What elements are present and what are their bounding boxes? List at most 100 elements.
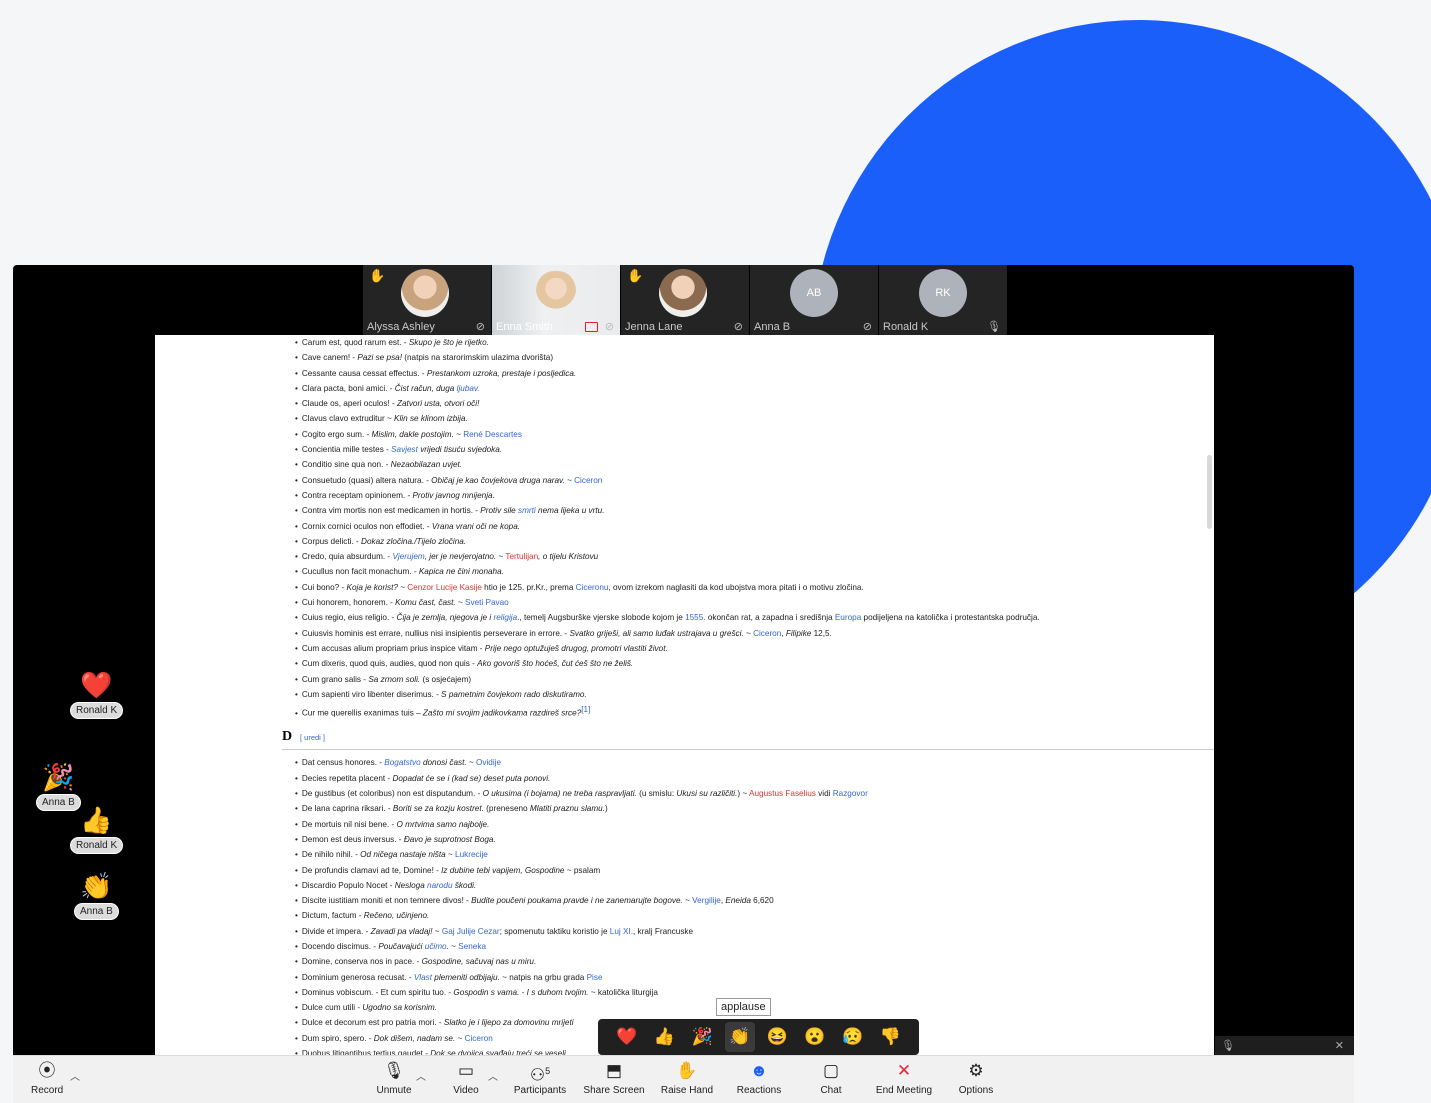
wiki-link[interactable]: Augustus Faselius [749,789,816,798]
entry-text: Cum accusas alium propriam prius inspice… [301,643,485,653]
wiki-link[interactable]: religija [493,613,517,622]
wiki-link[interactable]: Savjest [391,445,418,454]
wiki-link[interactable]: Pise [587,973,603,982]
wiki-link[interactable]: smrti [518,506,536,515]
document-scrollbar[interactable] [1207,455,1212,529]
wiki-link[interactable]: ljubav. [457,384,480,393]
entry-text: , kralj Francuske [633,926,694,936]
participant-tile[interactable]: Enna Smith ⊘ [492,265,620,335]
participants-icon: ⚇5 [529,1065,551,1085]
entry-text: Prije nego optužuješ drugog, promotri vl… [484,643,668,653]
proverb-entry: Docendo discimus. - Poučavajući učimo. ~… [295,939,1195,954]
close-icon[interactable]: ✕ [1335,1039,1344,1052]
entry-text: ., temelj Augsburške vjerske slobode koj… [517,613,686,623]
entry-text: donosi čast. [420,758,467,768]
wiki-link[interactable]: René Descartes [463,430,522,439]
record-options-caret[interactable]: ︿ [70,1068,80,1083]
reactions-button[interactable]: ☻ Reactions [731,1059,787,1096]
wiki-link[interactable]: Bogatstvo [384,758,420,767]
edit-section-link[interactable]: [ uredi ] [300,733,325,742]
wiki-link[interactable]: Ciceron [465,1034,493,1043]
video-options-caret[interactable]: ︿ [488,1068,498,1083]
entry-text: ~ [743,628,754,638]
proverb-entry: Cum grano salis - Sa zrnom soli. (s osje… [295,672,1195,687]
entry-text: Mlatiti praznu slamu. [529,804,605,814]
wiki-link[interactable]: Vergilije [692,896,721,905]
entry-text: Svatko griješi, ali samo luđak ustrajava… [569,628,744,638]
wiki-link[interactable]: Tertulijan [505,552,538,561]
party-reaction-icon[interactable]: 🎉 [687,1022,717,1052]
wiki-link[interactable]: [1] [581,705,590,714]
participant-tile[interactable]: AB Anna B ⊘ [750,265,878,335]
participant-tile[interactable]: ✋ Jenna Lane ⊘ [621,265,749,335]
wiki-link[interactable]: Gaj Julije Cezar [442,927,500,936]
entry-text: Poučavajući [378,941,425,951]
wiki-link[interactable]: učimo [425,942,447,951]
sad-reaction-icon[interactable]: 😥 [838,1022,868,1052]
entry-text: ~ [466,758,476,768]
entry-text: Skupo je što je rijetko. [408,338,489,347]
avatar: AB [790,269,838,317]
thumbs-down-reaction-icon[interactable]: 👎 [875,1022,905,1052]
video-button[interactable]: ▭ Video [450,1059,482,1096]
entry-text: Budite poučeni poukama pravde i ne zanem… [471,896,683,906]
wiki-link[interactable]: Europa [835,613,861,622]
entry-text: Cum sapienti viro libenter diserimus. - [301,689,442,699]
entry-text: Dokaz zločina./Tijelo zločina. [361,536,467,546]
mic-icon[interactable]: 🎙 [1221,1039,1235,1052]
wiki-link[interactable]: Sveti Pavao [465,598,509,607]
wiki-link[interactable]: Vlast [414,973,432,982]
entry-text: Cui bono? - [301,582,347,592]
entry-text: Protiv javnog mnijenja. [412,490,495,500]
wiki-link[interactable]: Lukrecije [455,850,488,859]
clapping-hands-icon: 👏 [80,871,113,901]
muted-mic-icon: 🎙 [383,1061,405,1080]
mic-icon: 🎙 [987,321,1001,333]
applause-reaction-icon[interactable]: 👏 [724,1022,755,1052]
heart-reaction-icon[interactable]: ❤️ [612,1022,642,1052]
unmute-button[interactable]: 🎙 Unmute [373,1059,415,1096]
proverb-entry: Claude os, aperi oculos! - Zatvori usta,… [295,396,1195,411]
entry-text: Gospodin s vama. - I s duhom tvojim. [453,987,589,997]
meeting-toolbar: ⦿ Record ︿ 🎙 Unmute ︿ ▭ Video ︿ ⚇5 Parti… [13,1055,1354,1103]
laugh-reaction-icon[interactable]: 😆 [762,1022,792,1052]
entry-text: Cogito ergo sum. - [301,429,372,439]
wiki-link[interactable]: Luj XI. [610,927,633,936]
chat-button[interactable]: ▢ Chat [815,1059,847,1096]
audio-options-caret[interactable]: ︿ [416,1068,426,1083]
wiki-link[interactable]: 1555. [685,613,706,622]
wiki-link[interactable]: narodu [427,881,453,890]
wiki-link[interactable]: Seneka [458,942,486,951]
entry-text: O ukusima (i bojama) ne treba raspravlja… [482,789,637,799]
entry-text: De nihilo nihil. - [301,850,361,860]
entry-text: ) [604,804,608,814]
thumbs-up-reaction-icon[interactable]: 👍 [649,1022,679,1052]
proverb-entry: Domine, conserva nos in pace. - Gospodin… [295,954,1195,969]
entry-text: Decies repetita placent - [301,773,393,783]
entry-text: Dominus vobiscum. - Et cum spiritu tuo. … [301,987,454,997]
entry-text: Zašto mi svojim jadikovkama razdireš src… [422,708,582,718]
surprised-reaction-icon[interactable]: 😮 [800,1022,830,1052]
wiki-link[interactable]: Ciceron [574,476,602,485]
share-screen-button[interactable]: ⬒ Share Screen [583,1059,645,1096]
raise-hand-button[interactable]: ✋ Raise Hand [659,1059,715,1096]
entry-text: Cuius regio, eius religio. - [301,613,397,623]
entry-text: ~ [455,598,466,608]
end-meeting-button[interactable]: ✕ End Meeting [873,1059,935,1096]
wiki-link[interactable]: Razgovor [833,789,868,798]
wiki-link[interactable]: Ciceron [753,629,781,638]
participant-tile[interactable]: ✋ Alyssa Ashley ⊘ [363,265,491,335]
wiki-link[interactable]: Ovidije [476,758,501,767]
proverb-entry: Cave canem! - Pazi se psa! (natpis na st… [295,350,1195,365]
entry-text: Dulce cum utili - [301,1003,363,1013]
muted-mic-icon: ⊘ [475,321,485,333]
wiki-link[interactable]: Cenzor Lucije Kasije [407,583,482,592]
participants-button[interactable]: ⚇5 Participants [511,1059,569,1096]
participant-tile[interactable]: RK Ronald K 🎙 [879,265,1007,335]
record-button[interactable]: ⦿ Record [31,1059,63,1096]
wiki-link[interactable]: Vjerujem [392,552,424,561]
options-label: Options [958,1085,994,1096]
wiki-link[interactable]: Ciceronu [576,583,609,592]
heart-icon: ❤️ [80,670,113,700]
options-button[interactable]: ⚙ Options [958,1059,994,1096]
